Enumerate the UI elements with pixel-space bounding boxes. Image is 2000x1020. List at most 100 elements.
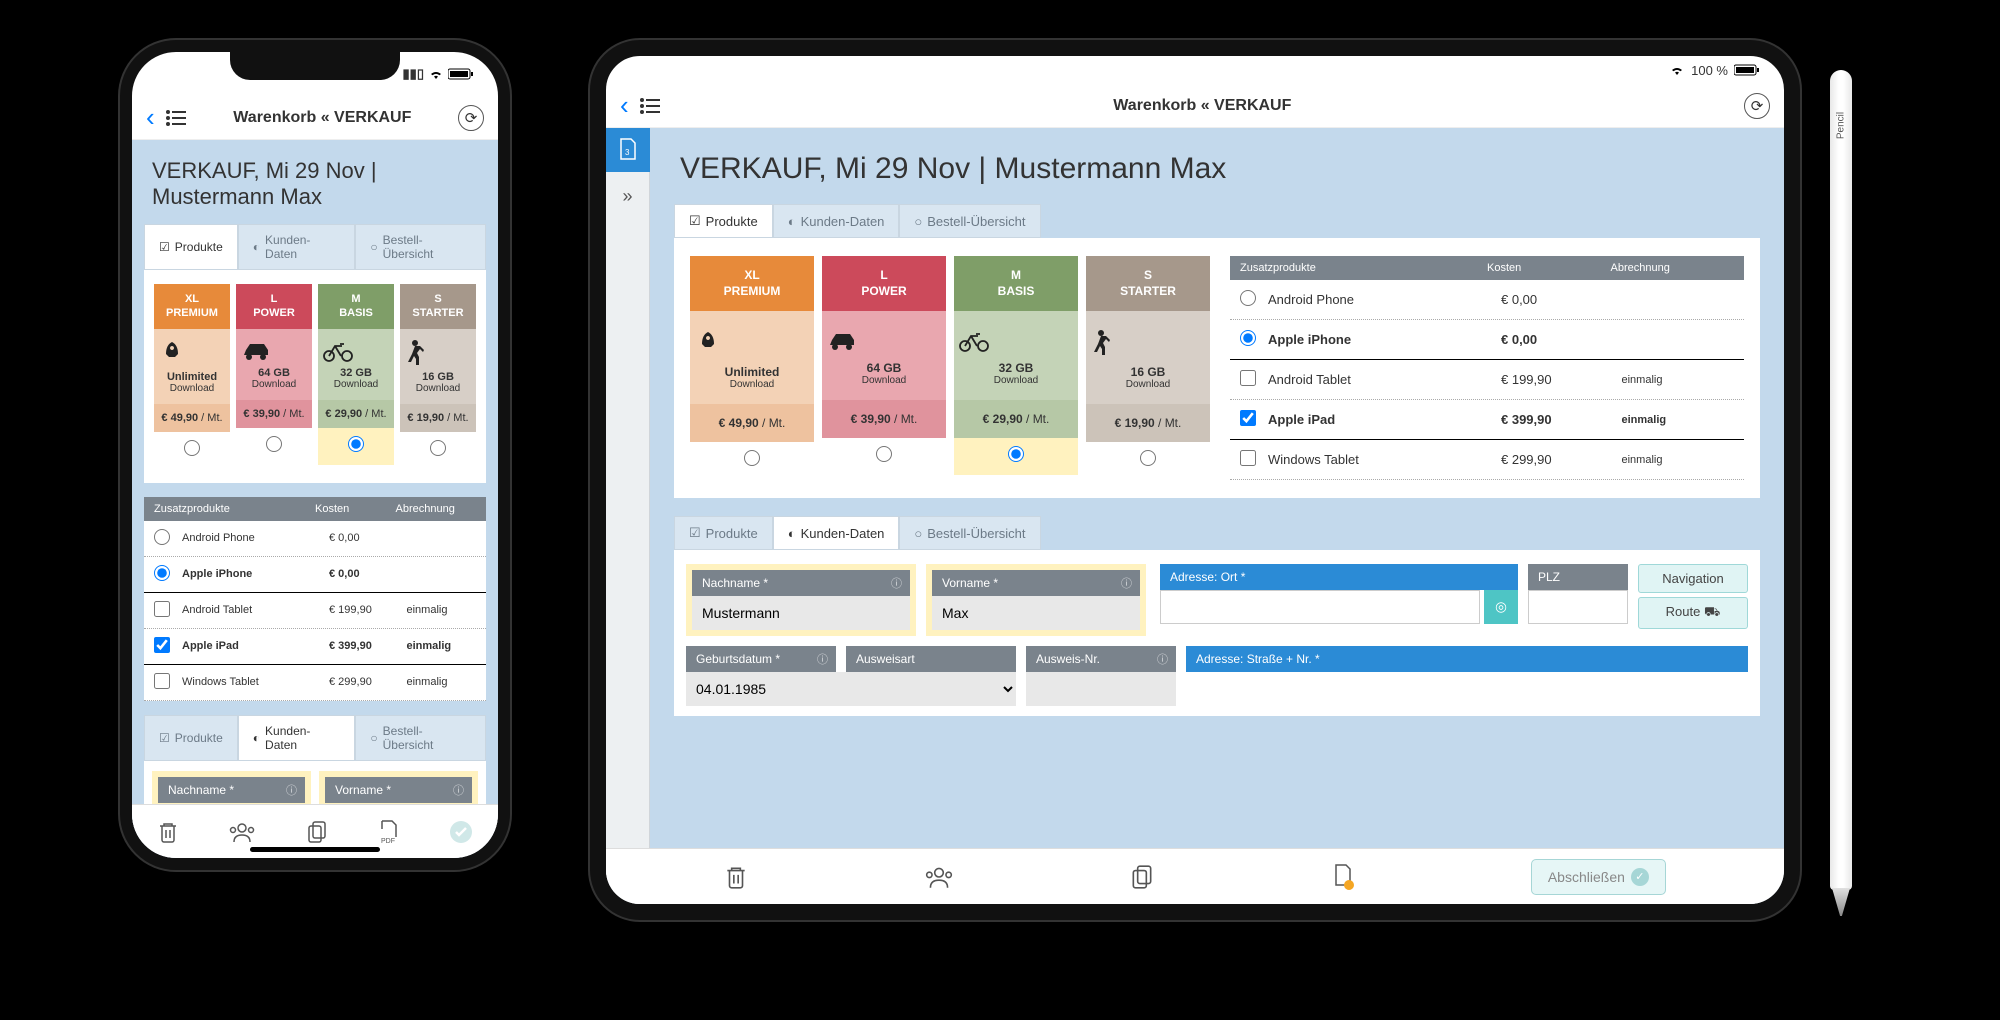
navigation-button[interactable]: Navigation bbox=[1638, 564, 1748, 593]
zip-label: PLZ bbox=[1528, 564, 1628, 590]
info-icon[interactable]: ⓘ bbox=[1121, 575, 1132, 591]
tab-customer[interactable]: ◐Kunden-Daten bbox=[238, 224, 356, 270]
addon-row: Windows Tablet€ 299,90einmalig bbox=[1230, 440, 1744, 480]
plan-radio[interactable] bbox=[184, 440, 200, 456]
firstname-input[interactable] bbox=[932, 596, 1140, 630]
addon-radio[interactable] bbox=[154, 529, 170, 545]
location-button[interactable]: ◎ bbox=[1484, 590, 1518, 624]
plan-header: LPOWER bbox=[236, 284, 312, 329]
plan-radio[interactable] bbox=[348, 436, 364, 452]
dob-label: Geburtsdatum *ⓘ bbox=[686, 646, 836, 672]
info-icon[interactable]: ⓘ bbox=[817, 651, 828, 667]
phone-tabs-2: ☑Produkte ◐Kunden-Daten ○Bestell-Übersic… bbox=[132, 715, 498, 761]
idtype-select[interactable] bbox=[846, 672, 1016, 706]
info-icon[interactable]: ⓘ bbox=[286, 782, 297, 798]
tab-products-2[interactable]: ☑Produkte bbox=[144, 715, 238, 761]
addon-row: Android Phone€ 0,00 bbox=[144, 521, 486, 557]
checkbox-icon: ☑ bbox=[689, 213, 701, 229]
copy-button[interactable] bbox=[1130, 864, 1154, 890]
refresh-button[interactable]: ⟳ bbox=[458, 105, 484, 131]
info-icon[interactable]: ⓘ bbox=[453, 782, 464, 798]
tab-summary-2[interactable]: ○Bestell-Übersicht bbox=[355, 715, 486, 761]
plan-radio-wrap bbox=[318, 428, 394, 465]
back-button[interactable]: ‹ bbox=[620, 90, 629, 121]
dob-group: Geburtsdatum *ⓘ 📅 bbox=[686, 646, 836, 706]
idnum-input[interactable] bbox=[1026, 672, 1176, 706]
tab-customer-2[interactable]: ◐Kunden-Daten bbox=[773, 516, 900, 550]
back-button[interactable]: ‹ bbox=[146, 102, 155, 133]
rocket-icon bbox=[694, 329, 810, 357]
ipad-tabs-1: ☑Produkte ◐Kunden-Daten ○Bestell-Übersic… bbox=[650, 204, 1784, 238]
plan-radio[interactable] bbox=[744, 450, 760, 466]
addon-checkbox[interactable] bbox=[1240, 450, 1256, 466]
plan-power: LPOWER64 GBDownload€ 39,90 / Mt. bbox=[822, 256, 946, 479]
plan-radio-wrap bbox=[822, 438, 946, 475]
ipad-sidebar: 3 » bbox=[606, 128, 650, 904]
tab-products-2[interactable]: ☑Produkte bbox=[674, 516, 773, 550]
page-heading-ipad: VERKAUF, Mi 29 Nov | Mustermann Max bbox=[650, 128, 1784, 204]
pdf-button[interactable]: PDF bbox=[378, 819, 400, 845]
tab-customer[interactable]: ◐Kunden-Daten bbox=[773, 204, 900, 238]
people-button[interactable] bbox=[924, 865, 954, 889]
plan-radio[interactable] bbox=[266, 436, 282, 452]
plan-radio[interactable] bbox=[1140, 450, 1156, 466]
addon-row: Apple iPad€ 399,90einmalig bbox=[1230, 400, 1744, 440]
city-input[interactable] bbox=[1160, 590, 1480, 624]
plan-radio[interactable] bbox=[430, 440, 446, 456]
circle-icon: ○ bbox=[370, 240, 377, 254]
zip-input[interactable] bbox=[1528, 590, 1628, 624]
plan-body: 32 GBDownload bbox=[954, 311, 1078, 400]
ipad-bottombar: Abschließen ✓ bbox=[606, 848, 1784, 904]
plan-basis: MBASIS32 GBDownload€ 29,90 / Mt. bbox=[318, 284, 394, 469]
check-button[interactable] bbox=[449, 820, 473, 844]
contrast-icon: ◐ bbox=[788, 526, 796, 541]
expand-button[interactable]: » bbox=[622, 186, 632, 207]
zip-group: PLZ bbox=[1528, 564, 1628, 636]
addon-cost: € 0,00 bbox=[1501, 332, 1614, 347]
page-heading: VERKAUF, Mi 29 Nov | Mustermann Max bbox=[132, 140, 498, 224]
plan-radio[interactable] bbox=[1008, 446, 1024, 462]
copy-button[interactable] bbox=[306, 820, 328, 844]
done-button[interactable]: Abschließen ✓ bbox=[1531, 859, 1666, 895]
addon-radio[interactable] bbox=[1240, 290, 1256, 306]
checkbox-icon: ☑ bbox=[689, 525, 701, 541]
phone-topbar: ‹ Warenkorb « VERKAUF ⟳ bbox=[132, 96, 498, 140]
tab-summary[interactable]: ○Bestell-Übersicht bbox=[355, 224, 486, 270]
info-icon[interactable]: ⓘ bbox=[1157, 651, 1168, 667]
info-icon[interactable]: ⓘ bbox=[891, 575, 902, 591]
tab-summary[interactable]: ○Bestell-Übersicht bbox=[899, 204, 1040, 238]
addon-row: Windows Tablet€ 299,90einmalig bbox=[144, 665, 486, 701]
plan-radio-wrap bbox=[1086, 442, 1210, 479]
svg-text:PDF: PDF bbox=[381, 838, 395, 845]
people-button[interactable] bbox=[228, 821, 256, 843]
addon-checkbox[interactable] bbox=[154, 673, 170, 689]
list-icon[interactable] bbox=[165, 109, 187, 127]
refresh-button[interactable]: ⟳ bbox=[1744, 93, 1770, 119]
trash-button[interactable] bbox=[724, 864, 748, 890]
plan-radio[interactable] bbox=[876, 446, 892, 462]
addon-radio[interactable] bbox=[154, 565, 170, 581]
trash-button[interactable] bbox=[157, 820, 179, 844]
car-icon bbox=[826, 329, 942, 353]
idnum-label: Ausweis-Nr.ⓘ bbox=[1026, 646, 1176, 672]
addon-checkbox[interactable] bbox=[154, 637, 170, 653]
tab-products[interactable]: ☑Produkte bbox=[674, 204, 773, 238]
home-indicator[interactable] bbox=[250, 847, 380, 852]
tab-summary-2[interactable]: ○Bestell-Übersicht bbox=[899, 516, 1040, 550]
firstname-label: Vorname *ⓘ bbox=[325, 777, 472, 803]
tab-products[interactable]: ☑Produkte bbox=[144, 224, 238, 270]
addon-radio[interactable] bbox=[1240, 330, 1256, 346]
file-status-button[interactable] bbox=[1331, 863, 1355, 891]
plan-price: € 49,90 / Mt. bbox=[154, 404, 230, 432]
addon-name: Windows Tablet bbox=[1268, 452, 1493, 467]
list-icon[interactable] bbox=[639, 97, 661, 115]
tab-customer-2[interactable]: ◐Kunden-Daten bbox=[238, 715, 356, 761]
route-button[interactable]: Route ⛟ bbox=[1638, 597, 1748, 629]
addon-checkbox[interactable] bbox=[154, 601, 170, 617]
addon-checkbox[interactable] bbox=[1240, 410, 1256, 426]
addon-checkbox[interactable] bbox=[1240, 370, 1256, 386]
doc-badge[interactable]: 3 bbox=[606, 128, 650, 172]
addon-billing: einmalig bbox=[407, 640, 477, 652]
lastname-input[interactable] bbox=[692, 596, 910, 630]
circle-icon: ○ bbox=[914, 214, 922, 229]
